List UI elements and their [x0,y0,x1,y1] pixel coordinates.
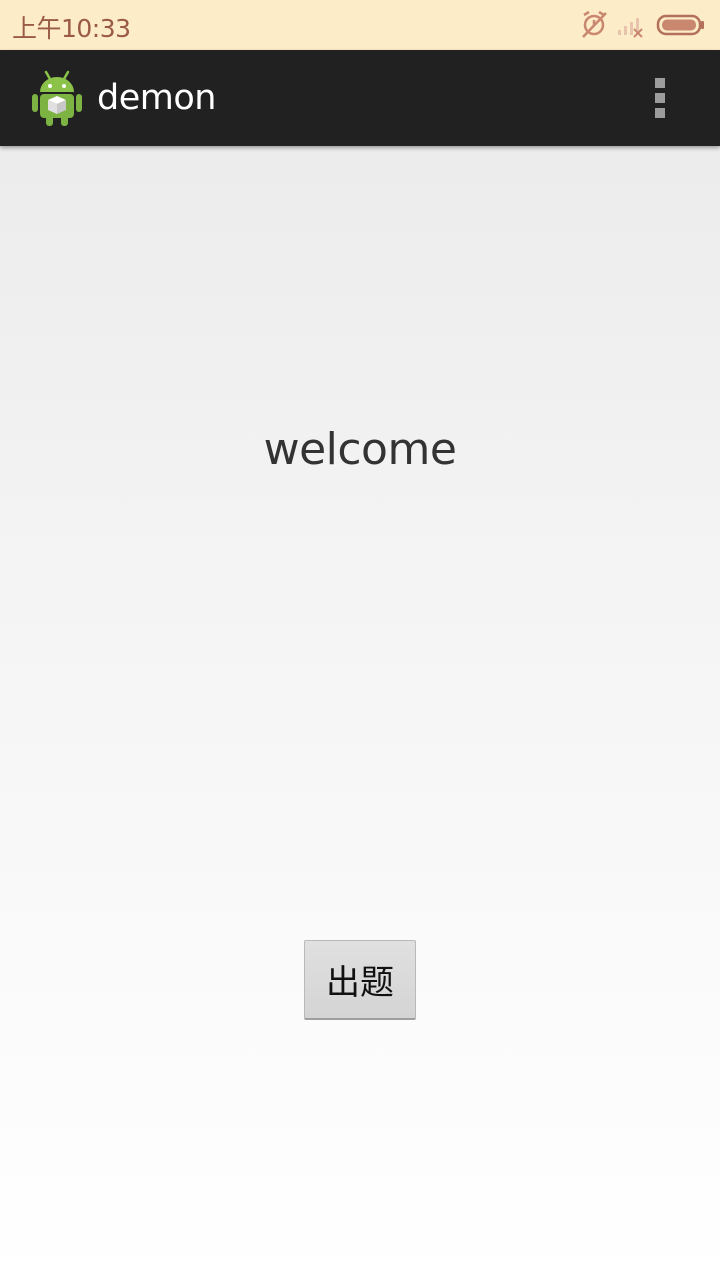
app-screen: 上午10:33 demon welcome 出题 [0,0,720,1280]
battery-icon [656,14,704,36]
signal-no-service-icon [618,18,643,38]
menu-dot [655,108,665,118]
menu-dot [655,78,665,88]
welcome-text: welcome [263,424,457,475]
status-time: 上午10:33 [12,14,131,43]
alarm-off-icon [582,10,607,38]
overflow-menu-icon[interactable] [646,76,674,120]
app-title: demon [97,78,216,118]
status-icons [580,10,710,40]
android-icon [32,70,82,126]
menu-dot [655,93,665,103]
generate-question-button[interactable]: 出题 [304,940,416,1020]
status-bar: 上午10:33 [0,0,720,50]
action-bar: demon [0,50,720,146]
